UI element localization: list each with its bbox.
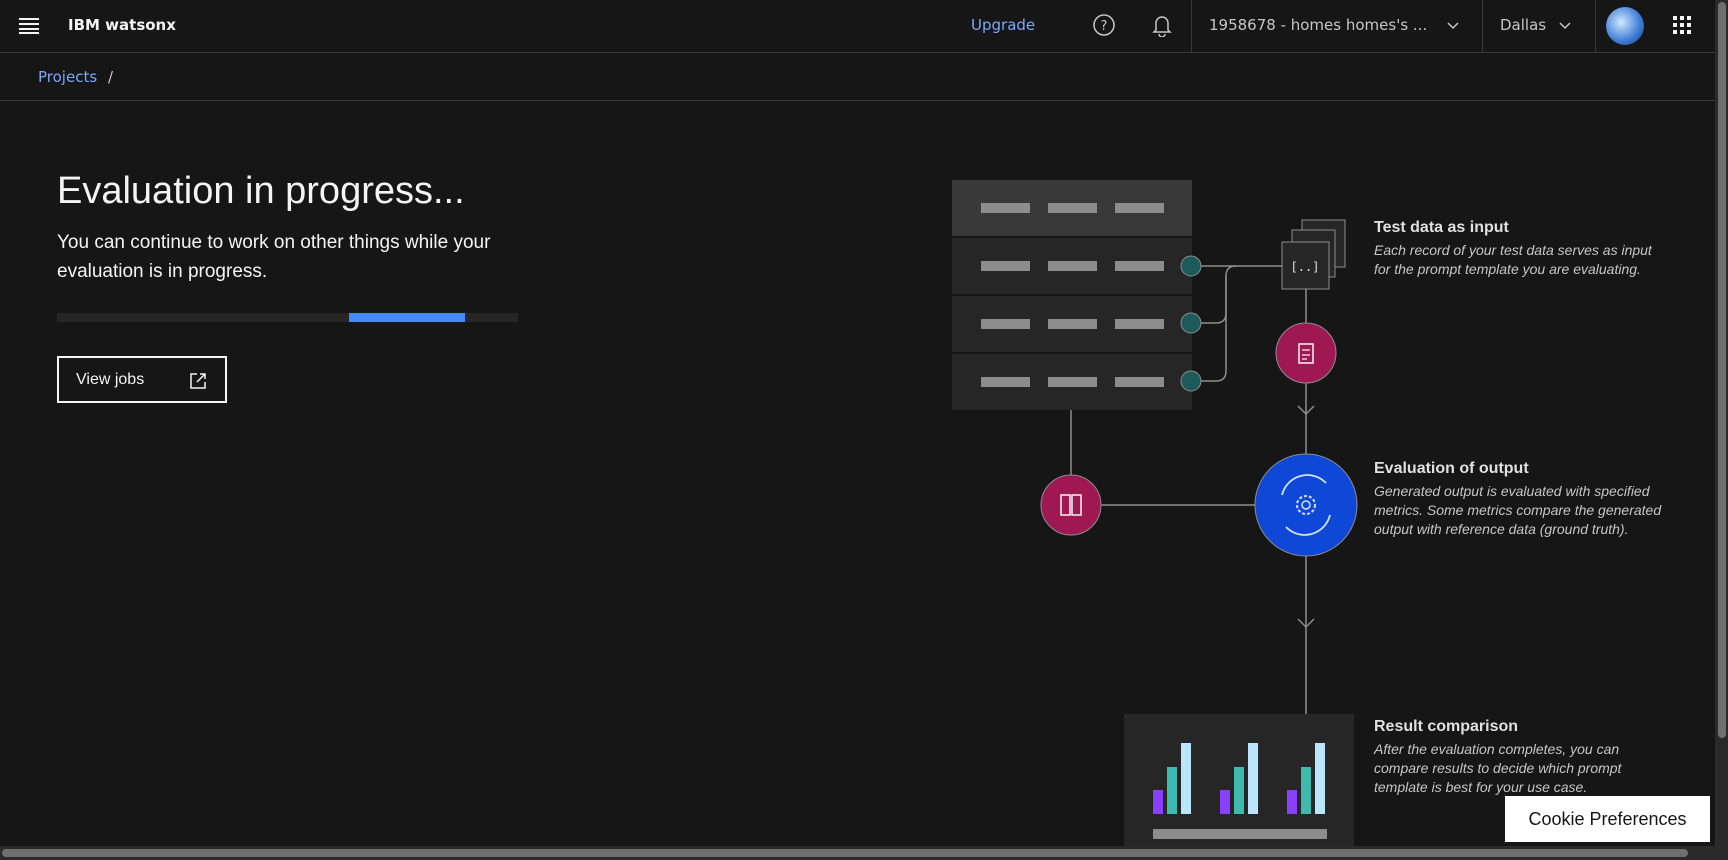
step-test-data: Test data as input Each record of your t… xyxy=(1374,219,1664,279)
step-description: Generated output is evaluated with speci… xyxy=(1374,483,1662,537)
step-description: After the evaluation completes, you can … xyxy=(1374,741,1622,795)
step-description: Each record of your test data serves as … xyxy=(1374,242,1652,277)
prompt-template-icon xyxy=(1275,322,1337,384)
step-evaluation: Evaluation of output Generated output is… xyxy=(1374,460,1664,539)
step-title: Result comparison xyxy=(1374,718,1519,735)
cookie-preferences-button[interactable]: Cookie Preferences xyxy=(1505,796,1710,842)
test-data-stack-icon: [..] xyxy=(1281,219,1346,290)
data-table-graphic xyxy=(952,180,1192,410)
step-title: Evaluation of output xyxy=(1374,460,1529,477)
evaluation-gear-icon xyxy=(1254,453,1358,557)
vertical-scrollbar-thumb[interactable] xyxy=(1718,2,1726,738)
horizontal-scrollbar-thumb[interactable] xyxy=(2,849,1688,857)
svg-text:[..]: [..] xyxy=(1291,260,1320,274)
compare-icon xyxy=(1040,474,1102,536)
vertical-scrollbar[interactable] xyxy=(1715,0,1728,860)
step-result-comparison: Result comparison After the evaluation c… xyxy=(1374,718,1664,797)
result-chart-graphic xyxy=(1124,714,1354,846)
step-title: Test data as input xyxy=(1374,219,1509,236)
horizontal-scrollbar[interactable] xyxy=(0,846,1715,860)
